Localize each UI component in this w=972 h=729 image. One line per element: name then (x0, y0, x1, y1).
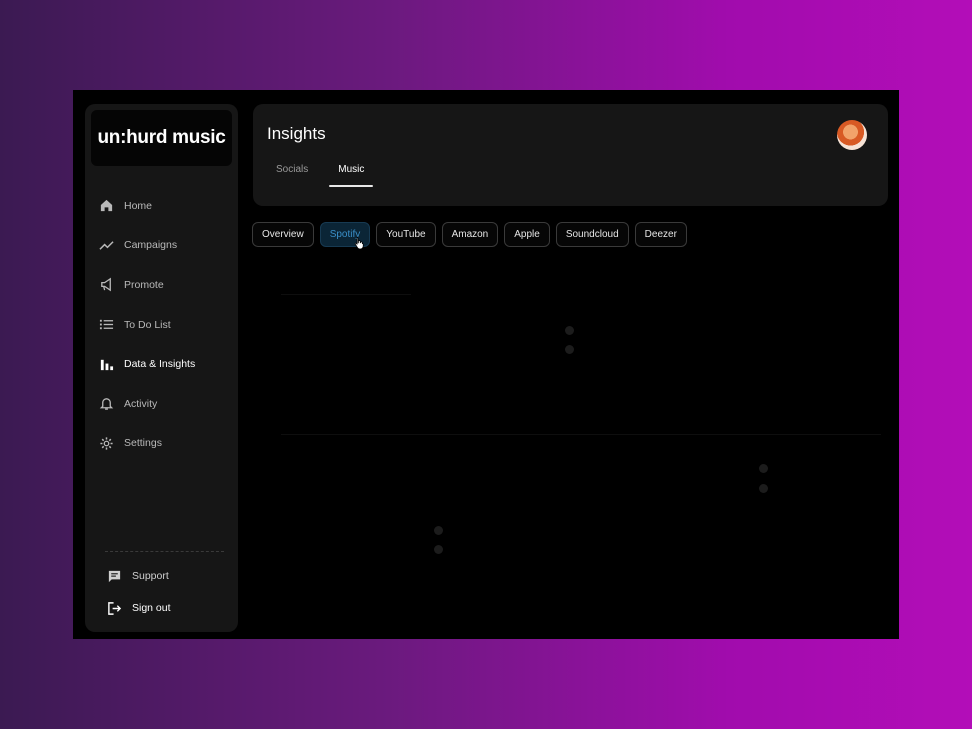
sidebar-item-label: Activity (124, 397, 158, 410)
sidebar-item-activity[interactable]: Activity (85, 384, 238, 424)
platform-soundcloud-button[interactable]: Soundcloud (555, 222, 629, 247)
sidebar-item-label: Promote (124, 278, 164, 291)
loading-placeholder-dot (434, 526, 443, 535)
loading-placeholder-dot (565, 326, 574, 335)
sidebar-item-label: Home (124, 199, 153, 212)
tab-music[interactable]: Music (329, 162, 374, 187)
page-title: Insights (267, 124, 326, 143)
sidebar-item-campaigns[interactable]: Campaigns (85, 226, 238, 266)
bar-chart-icon (98, 356, 114, 372)
sign-out-button[interactable]: Sign out (85, 592, 238, 624)
sidebar-divider (105, 551, 224, 552)
sidebar-item-data-insights[interactable]: Data & Insights (85, 344, 238, 384)
avatar[interactable] (837, 120, 867, 150)
logo-text: un:hurd music (97, 127, 226, 148)
app-window: un:hurd music Home Campaigns Promote To … (73, 90, 899, 639)
hand-cursor-icon (354, 236, 364, 250)
list-icon (98, 317, 114, 333)
gear-icon (98, 435, 114, 451)
sidebar-item-home[interactable]: Home (85, 186, 238, 226)
trending-up-icon (98, 237, 114, 253)
loading-placeholder-dot (759, 484, 768, 493)
sidebar-item-label: Settings (124, 437, 162, 450)
platform-filter: Overview Spotify YouTube Amazon Apple So… (252, 222, 687, 247)
loading-placeholder-dot (565, 345, 574, 354)
loading-placeholder-dot (759, 464, 768, 473)
support-label: Support (132, 570, 169, 582)
sign-out-label: Sign out (132, 602, 171, 614)
logo[interactable]: un:hurd music (91, 110, 232, 166)
sign-out-icon (106, 600, 122, 616)
chat-icon (106, 568, 122, 584)
loading-placeholder-line (281, 294, 411, 295)
platform-youtube-button[interactable]: YouTube (376, 222, 436, 247)
insights-header: Insights Socials Music (253, 104, 888, 206)
sidebar: un:hurd music Home Campaigns Promote To … (85, 104, 238, 632)
sidebar-item-label: Data & Insights (124, 358, 196, 371)
home-icon (98, 198, 114, 214)
sidebar-bottom: Support Sign out (85, 560, 238, 624)
header-tabs: Socials Music (267, 162, 385, 187)
platform-amazon-button[interactable]: Amazon (441, 222, 499, 247)
platform-deezer-button[interactable]: Deezer (634, 222, 687, 247)
platform-apple-button[interactable]: Apple (504, 222, 550, 247)
sidebar-item-label: To Do List (124, 318, 171, 331)
sidebar-item-settings[interactable]: Settings (85, 424, 238, 464)
platform-overview-button[interactable]: Overview (252, 222, 314, 247)
sidebar-nav: Home Campaigns Promote To Do List Data &… (85, 186, 238, 463)
sidebar-item-promote[interactable]: Promote (85, 265, 238, 305)
sidebar-item-label: Campaigns (124, 239, 178, 252)
sidebar-item-todo[interactable]: To Do List (85, 305, 238, 345)
loading-placeholder-dot (434, 545, 443, 554)
bell-icon (98, 396, 114, 412)
loading-placeholder-line (281, 434, 881, 435)
megaphone-icon (98, 277, 114, 293)
support-button[interactable]: Support (85, 560, 238, 592)
tab-socials[interactable]: Socials (267, 162, 317, 185)
